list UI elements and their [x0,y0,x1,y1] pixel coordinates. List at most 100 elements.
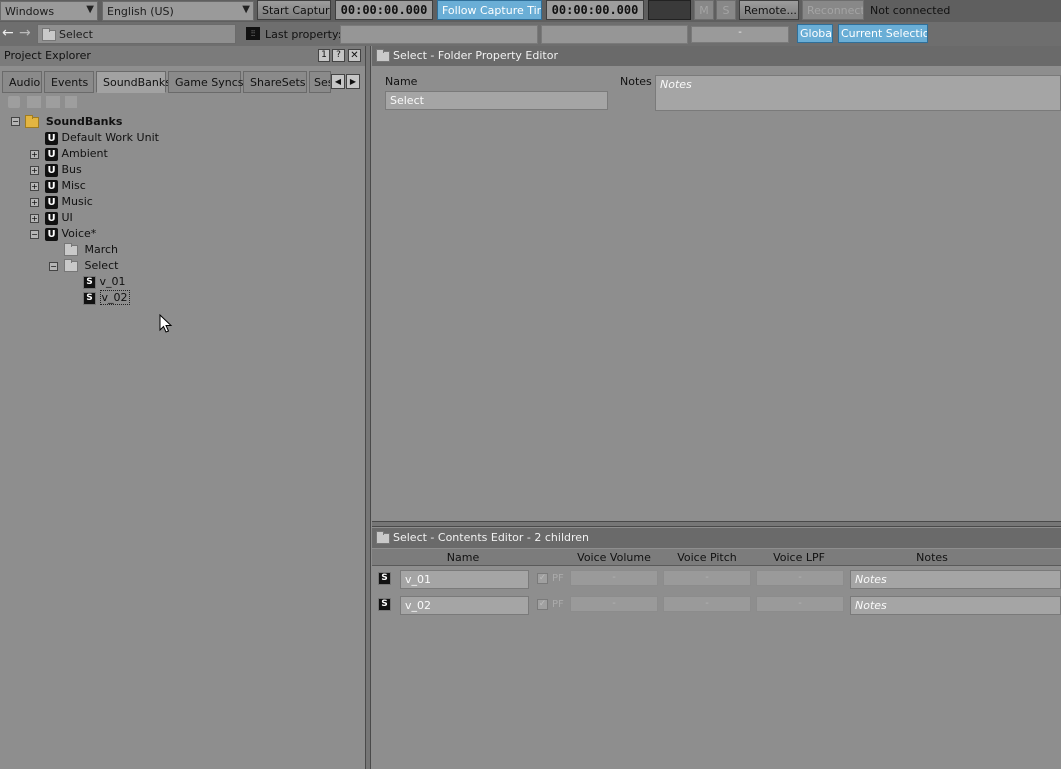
folder-icon [376,530,390,544]
close-icon[interactable]: ✕ [348,49,361,62]
help-button[interactable]: ? [332,49,345,62]
collapse-select-icon[interactable]: − [49,262,58,271]
tree-item-march[interactable]: March [64,242,118,258]
solo-button[interactable]: S [716,0,736,20]
soundbank-icon: S [378,598,391,611]
new-folder-icon[interactable] [27,96,41,108]
expand-bus-icon[interactable]: + [30,166,39,175]
work-unit-icon: U [45,147,58,161]
tree-item-label: v_02 [99,290,130,305]
new-physical-folder-icon[interactable] [46,96,60,108]
notes-field[interactable]: Notes [655,75,1061,111]
name-field[interactable]: Select [385,91,608,110]
folder-icon [25,114,39,128]
column-name[interactable]: Name [398,549,528,566]
notes-label: Notes [620,75,652,88]
tab-sessions[interactable]: Ses [309,71,331,93]
cursor-time-display: 00:00:00.000 [546,0,644,20]
new-soundbank-icon[interactable] [65,96,77,108]
last-property-value-field[interactable] [541,25,688,44]
reconnect-button[interactable]: Reconnect [802,0,864,20]
tree-item-voice[interactable]: U Voice* [45,226,96,242]
vertical-splitter[interactable] [365,46,371,769]
tree-item-v01[interactable]: S v_01 [83,274,126,290]
column-voice-lpf[interactable]: Voice LPF [754,549,844,566]
project-explorer-title: Project Explorer [0,46,365,66]
forward-arrow-icon[interactable]: → [19,26,31,40]
voice-volume-cell[interactable]: - [570,570,658,586]
selected-object-field[interactable]: Select [37,24,236,44]
pf-checkbox[interactable]: ✓ [537,573,548,584]
tab-scroll-right-icon[interactable]: ▶ [346,74,360,89]
property-editor-title-text: Select - Folder Property Editor [393,49,558,62]
new-work-unit-icon[interactable] [8,96,20,108]
platform-value: Windows [5,5,55,18]
pf-label: PF [552,573,564,584]
pf-checkbox[interactable]: ✓ [537,599,548,610]
tree-item-ambient[interactable]: U Ambient [45,146,108,162]
tab-events[interactable]: Events [44,71,94,93]
tab-audio[interactable]: Audio [2,71,42,93]
row-name-field[interactable]: v_02 [400,596,529,615]
tree-item-label: Music [61,195,93,208]
current-selection-button[interactable]: Current Selection [838,24,928,43]
pf-label: PF [552,599,564,610]
tree-item-select[interactable]: Select [64,258,118,274]
language-dropdown[interactable]: English (US) ▼ [102,1,254,21]
work-unit-icon: U [45,211,58,225]
tree-item-misc[interactable]: U Misc [45,178,86,194]
tab-game-syncs[interactable]: Game Syncs [168,71,244,93]
row-notes-field[interactable]: Notes [850,570,1061,589]
tree-item-default-work-unit[interactable]: U Default Work Unit [45,130,159,146]
expand-ui-icon[interactable]: + [30,214,39,223]
collapse-voice-icon[interactable]: − [30,230,39,239]
tree-item-v02[interactable]: S v_02 [83,290,130,306]
column-voice-volume[interactable]: Voice Volume [568,549,660,566]
voice-pitch-cell[interactable]: - [663,596,751,612]
tree-item-label: SoundBanks [45,115,123,128]
horizontal-splitter[interactable] [372,521,1061,527]
expand-misc-icon[interactable]: + [30,182,39,191]
collapse-soundbanks-icon[interactable]: − [11,117,20,126]
tab-soundbanks[interactable]: SoundBanks [96,71,171,93]
voice-lpf-cell[interactable]: - [756,596,844,612]
tree-item-ui[interactable]: U UI [45,210,73,226]
tree-item-label: Select [84,259,119,272]
expand-music-icon[interactable]: + [30,198,39,207]
tree-item-label: Voice* [61,227,97,240]
voice-volume-cell[interactable]: - [570,596,658,612]
last-property-field[interactable] [340,25,538,44]
mute-button[interactable]: M [694,0,714,20]
tab-scroll-left-icon[interactable]: ◀ [331,74,345,89]
follow-capture-time-button[interactable]: Follow Capture Time [437,0,542,20]
last-property-slider[interactable]: - [691,26,789,43]
tree-item-soundbanks[interactable]: SoundBanks [25,114,122,130]
tree-item-label: Bus [61,163,82,176]
pin-button[interactable]: 1 [318,49,330,62]
last-property-label: Last property: [265,28,342,41]
tree-item-music[interactable]: U Music [45,194,93,210]
folder-icon [376,48,390,62]
record-indicator [648,0,691,20]
tree-item-bus[interactable]: U Bus [45,162,82,178]
back-arrow-icon[interactable]: ← [2,26,14,40]
column-notes[interactable]: Notes [848,549,1016,566]
expand-ambient-icon[interactable]: + [30,150,39,159]
remote-button[interactable]: Remote... [739,0,799,20]
start-capture-button[interactable]: Start Capture [257,0,331,20]
folder-icon [64,242,78,256]
tab-sharesets[interactable]: ShareSets [243,71,307,93]
platform-dropdown[interactable]: Windows ▼ [0,1,98,21]
tree-item-label: Misc [61,179,86,192]
work-unit-icon: U [45,227,58,241]
voice-pitch-cell[interactable]: - [663,570,751,586]
global-button[interactable]: Global [797,24,833,43]
tree-item-label: Ambient [61,147,108,160]
column-voice-pitch[interactable]: Voice Pitch [662,549,752,566]
row-name-field[interactable]: v_01 [400,570,529,589]
soundbank-icon: S [378,572,391,585]
tree-item-label: UI [61,211,73,224]
row-notes-field[interactable]: Notes [850,596,1061,615]
voice-lpf-cell[interactable]: - [756,570,844,586]
connection-status: Not connected [870,4,951,17]
